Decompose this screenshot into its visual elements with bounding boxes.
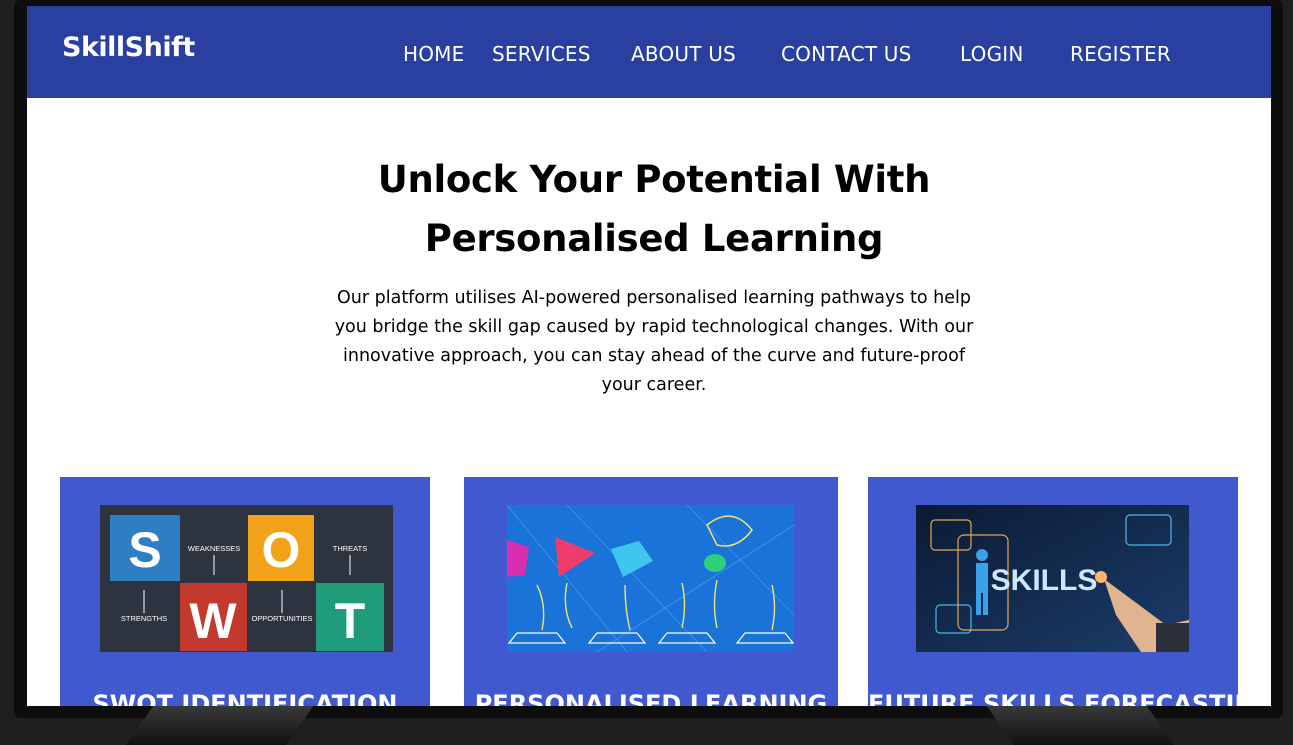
hero-desc-line-1: Our platform utilises AI-powered persona…	[337, 288, 971, 308]
swot-image: S O W T WEAKNESSES THREATS STRENGTHS OPP…	[100, 505, 393, 652]
monitor-stand-right	[985, 705, 1175, 745]
nav-home[interactable]: HOME	[403, 42, 464, 66]
monitor-stand-left	[125, 705, 315, 745]
hero-desc-line-4: your career.	[601, 375, 707, 395]
card-title-personalised-learning: PERSONALISED LEARNING	[474, 690, 828, 706]
card-title-future-skills: FUTURE SKILLS FORECASTING	[868, 690, 1271, 706]
nav-login[interactable]: LOGIN	[960, 42, 1024, 66]
swot-label-opportunities: OPPORTUNITIES	[251, 614, 312, 623]
service-card-future-skills[interactable]: SKILLS FUTURE SKILLS FORECASTING	[868, 477, 1271, 706]
swot-letter-o: O	[262, 522, 301, 578]
skills-illustration: SKILLS	[916, 505, 1189, 652]
screen: SkillShift HOME SERVICES ABOUT US CONTAC…	[27, 6, 1271, 706]
hero-desc-line-3: innovative approach, you can stay ahead …	[343, 346, 965, 366]
nav-contact-us[interactable]: CONTACT US	[781, 42, 912, 66]
swot-label-weaknesses: WEAKNESSES	[188, 544, 241, 553]
learning-illustration	[507, 505, 794, 652]
hero-description: Our platform utilises AI-powered persona…	[287, 284, 1021, 400]
hero-title-line-2: Personalised Learning	[424, 217, 884, 260]
hero-title-line-1: Unlock Your Potential With	[377, 158, 931, 201]
nav-services[interactable]: SERVICES	[492, 42, 591, 66]
service-card-swot[interactable]: S O W T WEAKNESSES THREATS STRENGTHS OPP…	[60, 477, 430, 706]
hero-title: Unlock Your Potential With Personalised …	[27, 150, 1271, 268]
learning-image	[507, 505, 794, 652]
swot-letter-t: T	[335, 593, 366, 649]
brand-logo[interactable]: SkillShift	[62, 32, 195, 63]
hero-desc-line-2: you bridge the skill gap caused by rapid…	[334, 317, 974, 337]
nav-register[interactable]: REGISTER	[1070, 42, 1171, 66]
swot-label-threats: THREATS	[333, 544, 367, 553]
swot-label-strengths: STRENGTHS	[121, 614, 167, 623]
swot-letter-s: S	[128, 522, 161, 578]
navbar: SkillShift HOME SERVICES ABOUT US CONTAC…	[27, 6, 1271, 98]
service-card-personalised-learning[interactable]: PERSONALISED LEARNING	[464, 477, 838, 706]
skills-image: SKILLS	[916, 505, 1189, 652]
swot-letter-w: W	[189, 593, 237, 649]
skills-word: SKILLS	[991, 564, 1098, 597]
card-title-swot: SWOT IDENTIFICATION	[92, 690, 398, 706]
nav-about-us[interactable]: ABOUT US	[631, 42, 736, 66]
swot-graphic: S O W T WEAKNESSES THREATS STRENGTHS OPP…	[100, 505, 393, 652]
